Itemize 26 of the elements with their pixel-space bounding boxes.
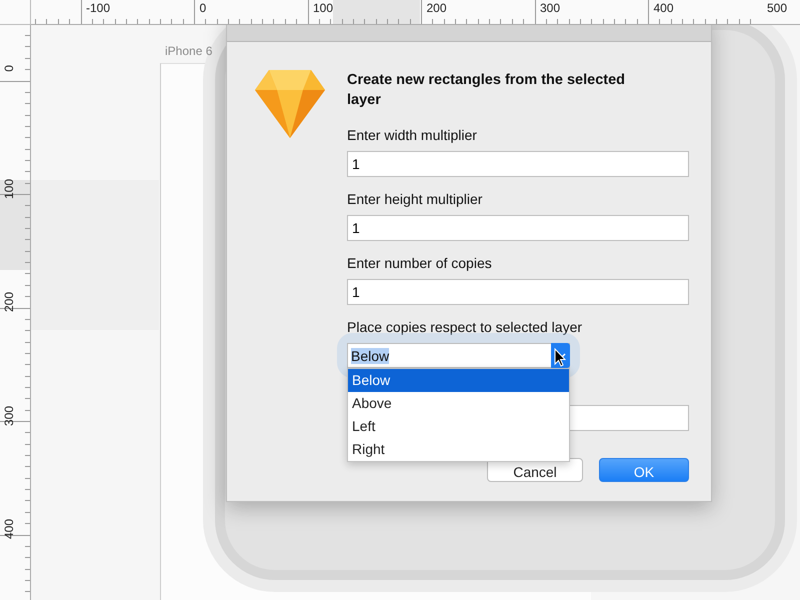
dropdown[interactable]: Below: [347, 343, 570, 368]
field-label: Enter height multiplier: [347, 190, 484, 208]
field-label: Enter number of copies: [347, 254, 493, 272]
input-field[interactable]: 1: [347, 215, 689, 241]
dropdown-option[interactable]: Left: [348, 415, 569, 438]
input-field[interactable]: 1: [347, 151, 689, 177]
ruler-label: 0: [200, 1, 206, 15]
dropdown-option[interactable]: Below: [348, 369, 569, 392]
ruler-label: 300: [2, 406, 16, 426]
dropdown-value: Below: [351, 348, 390, 364]
ruler-label: 200: [2, 292, 16, 312]
ruler-label: 100: [2, 178, 16, 199]
ruler-label: 500: [767, 1, 788, 15]
field-label: Enter width multiplier: [347, 126, 478, 144]
ruler-label: 300: [540, 1, 560, 15]
dropdown-option[interactable]: Above: [348, 392, 569, 415]
ruler-label: 100: [313, 1, 334, 15]
dropdown-option[interactable]: Right: [348, 438, 569, 461]
field-label: Place copies respect to selected layer: [347, 318, 584, 336]
input-field[interactable]: 1: [347, 279, 689, 305]
ruler-label: 400: [2, 519, 16, 540]
ruler-label: 200: [426, 1, 447, 15]
dialog-title: Create new rectangles from the selected layer: [347, 71, 626, 110]
ruler-label: 400: [654, 1, 674, 15]
ruler-label: 0: [2, 65, 16, 72]
ruler-label: -100: [86, 1, 110, 15]
